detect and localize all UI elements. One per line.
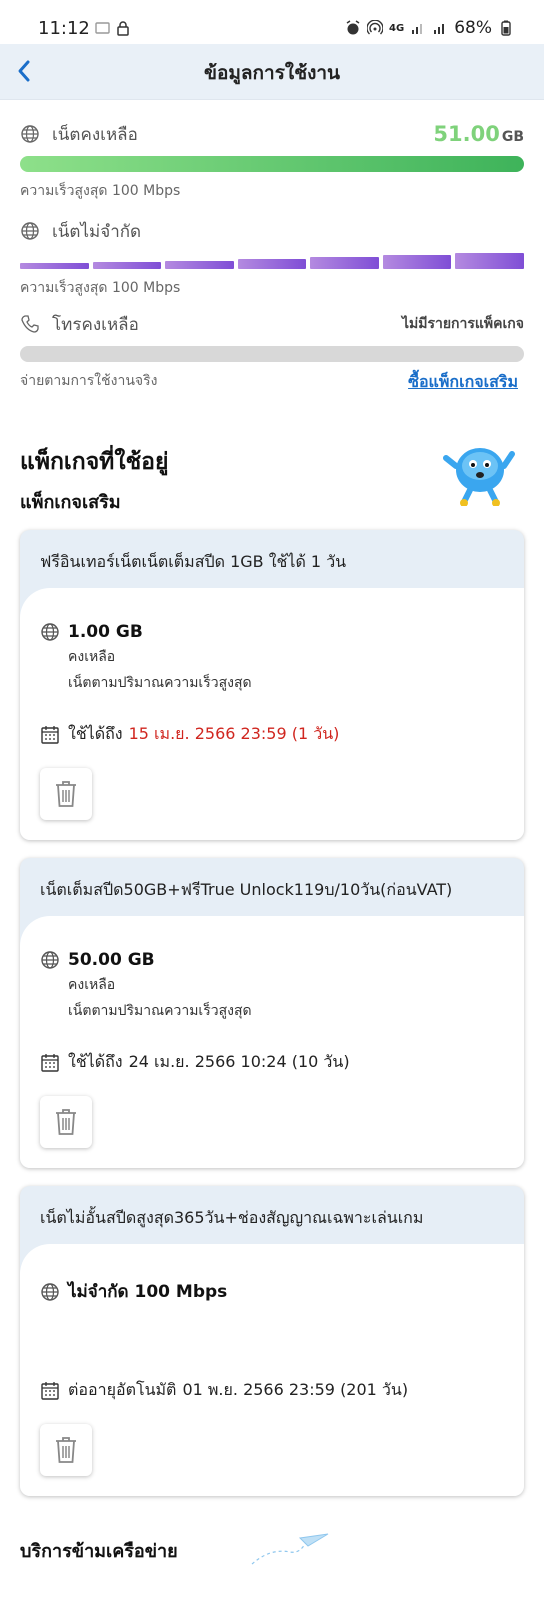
- package-validity: ใช้ได้ถึง 24 เม.ย. 2566 10:24 (10 วัน): [40, 1050, 350, 1075]
- delete-package-button[interactable]: [40, 1096, 92, 1148]
- alarm-icon: [346, 20, 360, 35]
- package-name: ฟรีอินเทอร์เน็ตเน็ตเต็มสปีด 1GB ใช้ได้ 1…: [40, 552, 347, 571]
- internet-remaining-unit: GB: [501, 129, 524, 145]
- package-desc: เน็ตตามปริมาณความเร็วสูงสุด: [68, 1003, 252, 1019]
- unlimited-internet-section: เน็ตไม่จำกัด ความเร็วสูงสุด 100 Mbps: [20, 217, 525, 299]
- package-name: เน็ตเต็มสปีด50GB+ฟรีTrue Unlock119บ/10วั…: [40, 880, 453, 899]
- battery-percent: 68%: [454, 18, 492, 38]
- status-right: 4G 68%: [345, 18, 514, 38]
- globe-icon: [41, 951, 59, 969]
- trash-icon: [56, 781, 76, 807]
- signal-icon: [412, 24, 423, 34]
- trash-icon: [56, 1437, 76, 1463]
- unlimited-bar: [20, 253, 525, 269]
- unlimited-speed-text: ความเร็วสูงสุด 100 Mbps: [20, 280, 181, 296]
- image-icon: [95, 22, 110, 34]
- internet-speed-text: ความเร็วสูงสุด 100 Mbps: [20, 183, 181, 199]
- package-card: ฟรีอินเทอร์เน็ตเน็ตเต็มสปีด 1GB ใช้ได้ 1…: [20, 530, 524, 840]
- trash-icon: [56, 1109, 76, 1135]
- globe-icon: [21, 125, 39, 143]
- signal-icon-2: [434, 24, 445, 34]
- internet-remaining-section: เน็ตคงเหลือ 51.00 GB ความเร็วสูงสุด 100 M…: [20, 120, 524, 202]
- section-title: แพ็กเกจที่ใช้อยู่: [20, 449, 169, 475]
- globe-icon: [41, 1282, 59, 1301]
- delete-package-button[interactable]: [40, 1424, 92, 1476]
- battery-icon: [501, 20, 511, 36]
- package-validity: ใช้ได้ถึง 15 เม.ย. 2566 23:59 (1 วัน): [40, 722, 339, 747]
- package-amount: 50.00 GB: [68, 950, 155, 970]
- package-amount: 1.00 GB: [68, 622, 143, 642]
- paper-plane-icon: [251, 1533, 329, 1565]
- page-title: ข้อมูลการใช้งาน: [203, 62, 341, 84]
- call-remaining-section: โทรคงเหลือ ไม่มีรายการแพ็คเกจ จ่ายตามการ…: [20, 310, 524, 395]
- status-bar: 11:12 4G 68%: [0, 0, 544, 44]
- package-remaining-label: คงเหลือ: [68, 977, 116, 993]
- internet-remaining-amount-group: 51.00 GB: [433, 122, 524, 146]
- phone-icon: [21, 315, 39, 333]
- call-remaining-label: โทรคงเหลือ: [52, 314, 139, 335]
- package-card: เน็ตไม่อั้นสปีดสูงสุด365วัน+ช่องสัญญาณเฉ…: [20, 1186, 524, 1496]
- package-name: เน็ตไม่อั้นสปีดสูงสุด365วัน+ช่องสัญญาณเฉ…: [40, 1208, 424, 1227]
- validity-date: 15 เม.ย. 2566 23:59 (1 วัน): [128, 724, 340, 743]
- mascot-image: [443, 448, 515, 506]
- package-remaining-label: คงเหลือ: [68, 649, 116, 665]
- package-desc: เน็ตตามปริมาณความเร็วสูงสุด: [68, 675, 252, 691]
- roaming-section-title: บริการข้ามเครือข่าย: [20, 1541, 178, 1562]
- app-bar: ข้อมูลการใช้งาน: [0, 44, 544, 100]
- calendar-icon: [41, 1053, 59, 1072]
- validity-date: 24 เม.ย. 2566 10:24 (10 วัน): [128, 1052, 350, 1071]
- package-validity: ต่ออายุอัตโนมัติ 01 พ.ย. 2566 23:59 (201…: [40, 1378, 408, 1403]
- globe-icon: [41, 623, 59, 641]
- globe-icon: [21, 222, 39, 240]
- validity-label: ใช้ได้ถึง: [68, 724, 123, 743]
- pay-per-use-text: จ่ายตามการใช้งานจริง: [20, 373, 158, 389]
- buy-addon-link[interactable]: ซื้อแพ็กเกจเสริม: [408, 370, 518, 395]
- validity-label: ต่ออายุอัตโนมัติ: [68, 1380, 177, 1399]
- calendar-icon: [41, 1381, 59, 1400]
- hotspot-icon: [367, 20, 384, 35]
- delete-package-button[interactable]: [40, 768, 92, 820]
- network-type: 4G: [389, 22, 405, 34]
- status-left-icons: [95, 20, 131, 36]
- internet-remaining-bar: [20, 156, 524, 172]
- status-time: 11:12: [38, 18, 90, 39]
- package-amount: ไม่จำกัด 100 Mbps: [68, 1282, 228, 1302]
- call-remaining-bar: [20, 346, 524, 362]
- internet-remaining-amount: 51.00: [433, 122, 500, 146]
- section-subtitle: แพ็กเกจเสริม: [20, 492, 121, 513]
- lock-icon: [117, 21, 129, 36]
- validity-label: ใช้ได้ถึง: [68, 1052, 123, 1071]
- internet-remaining-label: เน็ตคงเหลือ: [52, 124, 138, 145]
- call-status: ไม่มีรายการแพ็คเกจ: [401, 316, 524, 332]
- calendar-icon: [41, 725, 59, 744]
- validity-date: 01 พ.ย. 2566 23:59 (201 วัน): [182, 1380, 409, 1399]
- package-card: เน็ตเต็มสปีด50GB+ฟรีTrue Unlock119บ/10วั…: [20, 858, 524, 1168]
- unlimited-label: เน็ตไม่จำกัด: [52, 221, 142, 242]
